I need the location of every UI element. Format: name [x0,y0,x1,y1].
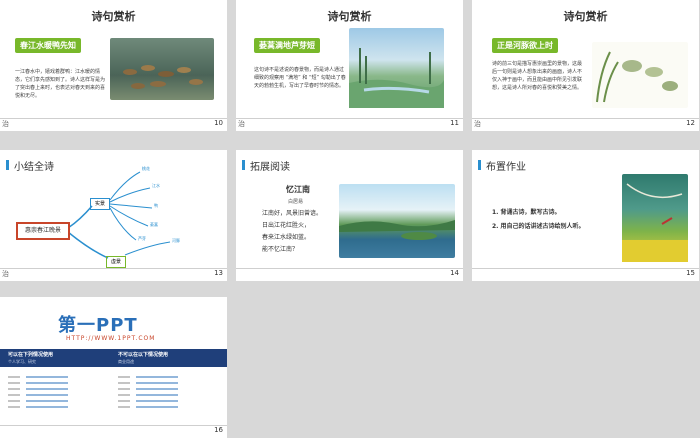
slide-thumbnail-11[interactable]: 诗句赏析 蒌蒿满地芦芽短 这句诗不是述说的春景物，而是诗人通过细致的观察用 “满… [236,0,463,131]
brand-logo: 第一PPT [58,315,138,336]
slide-body-text: 诗的前三句是描写惠崇画里的景物，这最后一句则是诗人想象出来的画面，诗人不仅入神于… [492,61,583,91]
slide-number: 13 [214,269,223,277]
landscape-illustration [339,220,455,240]
slide-thumbnail-16[interactable]: 第一PPT HTTP://WWW.1PPT.COM 可以在下列情况使用 个人学习… [0,297,227,438]
river-landscape-photo [339,184,455,258]
slide-number: 16 [214,426,223,434]
poem-line: 日出江花红胜火， [262,222,311,229]
slide-body-text: 这句诗不是述说的春景物，而是诗人通过细致的观察用 “满地” 和 “短” 勾勒出了… [254,67,346,89]
homework-list: 1. 背诵古诗，默写古诗。 2. 用自己的话讲述古诗给别人听。 [492,206,585,234]
link-list-lines [8,376,178,408]
poem-title: 忆江南 [286,184,310,194]
ducks-photo [110,38,214,100]
homework-item: 2. 用自己的话讲述古诗给别人听。 [492,223,585,230]
allowed-use-sub: 个人学习、研究 [8,359,36,364]
reeds-photo [349,28,444,108]
fish-illustration [596,51,678,103]
mindmap-center-node: 惠崇春江晚景 [16,222,70,240]
slide-thumbnail-14[interactable]: 拓展阅读 忆江南 白居易 江南好，风景旧曾谙。 日出江花红胜火， 春来江水绿如蓝… [236,150,463,281]
poem-line: 江南好，风景旧曾谙。 [262,210,323,217]
homework-item: 1. 背诵古诗，默写古诗。 [492,209,561,216]
poem-lines: 江南好，风景旧曾谙。 日出江花红胜火， 春来江水绿如蓝。 能不忆江南？ [262,208,322,256]
poem-line: 春来江水绿如蓝。 [262,234,311,241]
mindmap-leaf: 蒌蒿 [150,222,158,227]
mindmap-leaf: 河豚 [172,238,180,243]
slide-body-text: 一江春水中，嬉戏着群鸭：江水暖的情态，它们享先感知到了。诗人这样写是为了突出春上… [15,69,106,99]
reeds-illustration [349,48,444,108]
verse-tag: 正是河豚欲上时 [492,38,558,53]
mindmap-leaf: 鸭 [154,203,158,208]
footer-mark: 治 [238,120,245,128]
mindmap-leaf: 桃花 [142,166,150,171]
info-header-bar: 可以在下列情况使用 个人学习、研究 不可以在以下情况使用 商业用途 [0,349,227,367]
mindmap-leaf: 芦芽 [138,236,146,241]
mindmap-leaf: 江水 [152,183,160,188]
forbidden-use-sub: 商业用途 [118,359,134,364]
slide-title: 诗句赏析 [91,10,136,23]
slide-number: 14 [450,269,459,277]
slide-thumbnail-12[interactable]: 诗句赏析 正是河豚欲上时 诗的前三句是描写惠崇画里的景物，这最后一句则是诗人想象… [472,0,699,131]
puffer-fish-painting [592,42,688,108]
slide-number: 12 [686,119,695,127]
slide-number: 10 [214,119,223,127]
brand-url: HTTP://WWW.1PPT.COM [66,335,156,342]
mindmap-branch-real: 实景 [90,198,110,210]
footer-mark: 治 [2,270,9,278]
poem-line: 能不忆江南？ [262,246,299,253]
ducks-illustration [123,65,203,89]
forbidden-use-title: 不可以在以下情况使用 [118,352,169,358]
slide-title: 布置作业 [478,158,526,173]
slide-thumbnail-15[interactable]: 布置作业 1. 背诵古诗，默写古诗。 2. 用自己的话讲述古诗给别人听。 15 [472,150,699,281]
flowers-illustration [622,183,688,262]
slide-title: 诗句赏析 [563,10,608,23]
allowed-use-title: 可以在下列情况使用 [8,352,54,358]
verse-tag: 春江水暖鸭先知 [15,38,81,53]
footer-mark: 治 [2,120,9,128]
slide-title: 诗句赏析 [327,10,372,23]
slide-number: 11 [450,119,459,127]
slide-number: 15 [686,269,695,277]
verse-tag: 蒌蒿满地芦芽短 [254,38,320,53]
slide-thumbnail-13[interactable]: 小结全诗 惠崇春江晚景 实景 虚景 桃花 江水 鸭 蒌蒿 芦芽 河豚 治 13 [0,150,227,281]
slide-thumbnail-10[interactable]: 诗句赏析 春江水暖鸭先知 一江春水中，嬉戏着群鸭：江水暖的情态，它们享先感知到了… [0,0,227,131]
mind-map [67,171,171,259]
slide-title: 拓展阅读 [242,158,290,173]
spring-scene-photo [622,174,688,262]
footer-mark: 治 [474,120,481,128]
mindmap-branch-imagined: 虚景 [106,256,126,268]
poem-author: 白居易 [288,199,304,205]
